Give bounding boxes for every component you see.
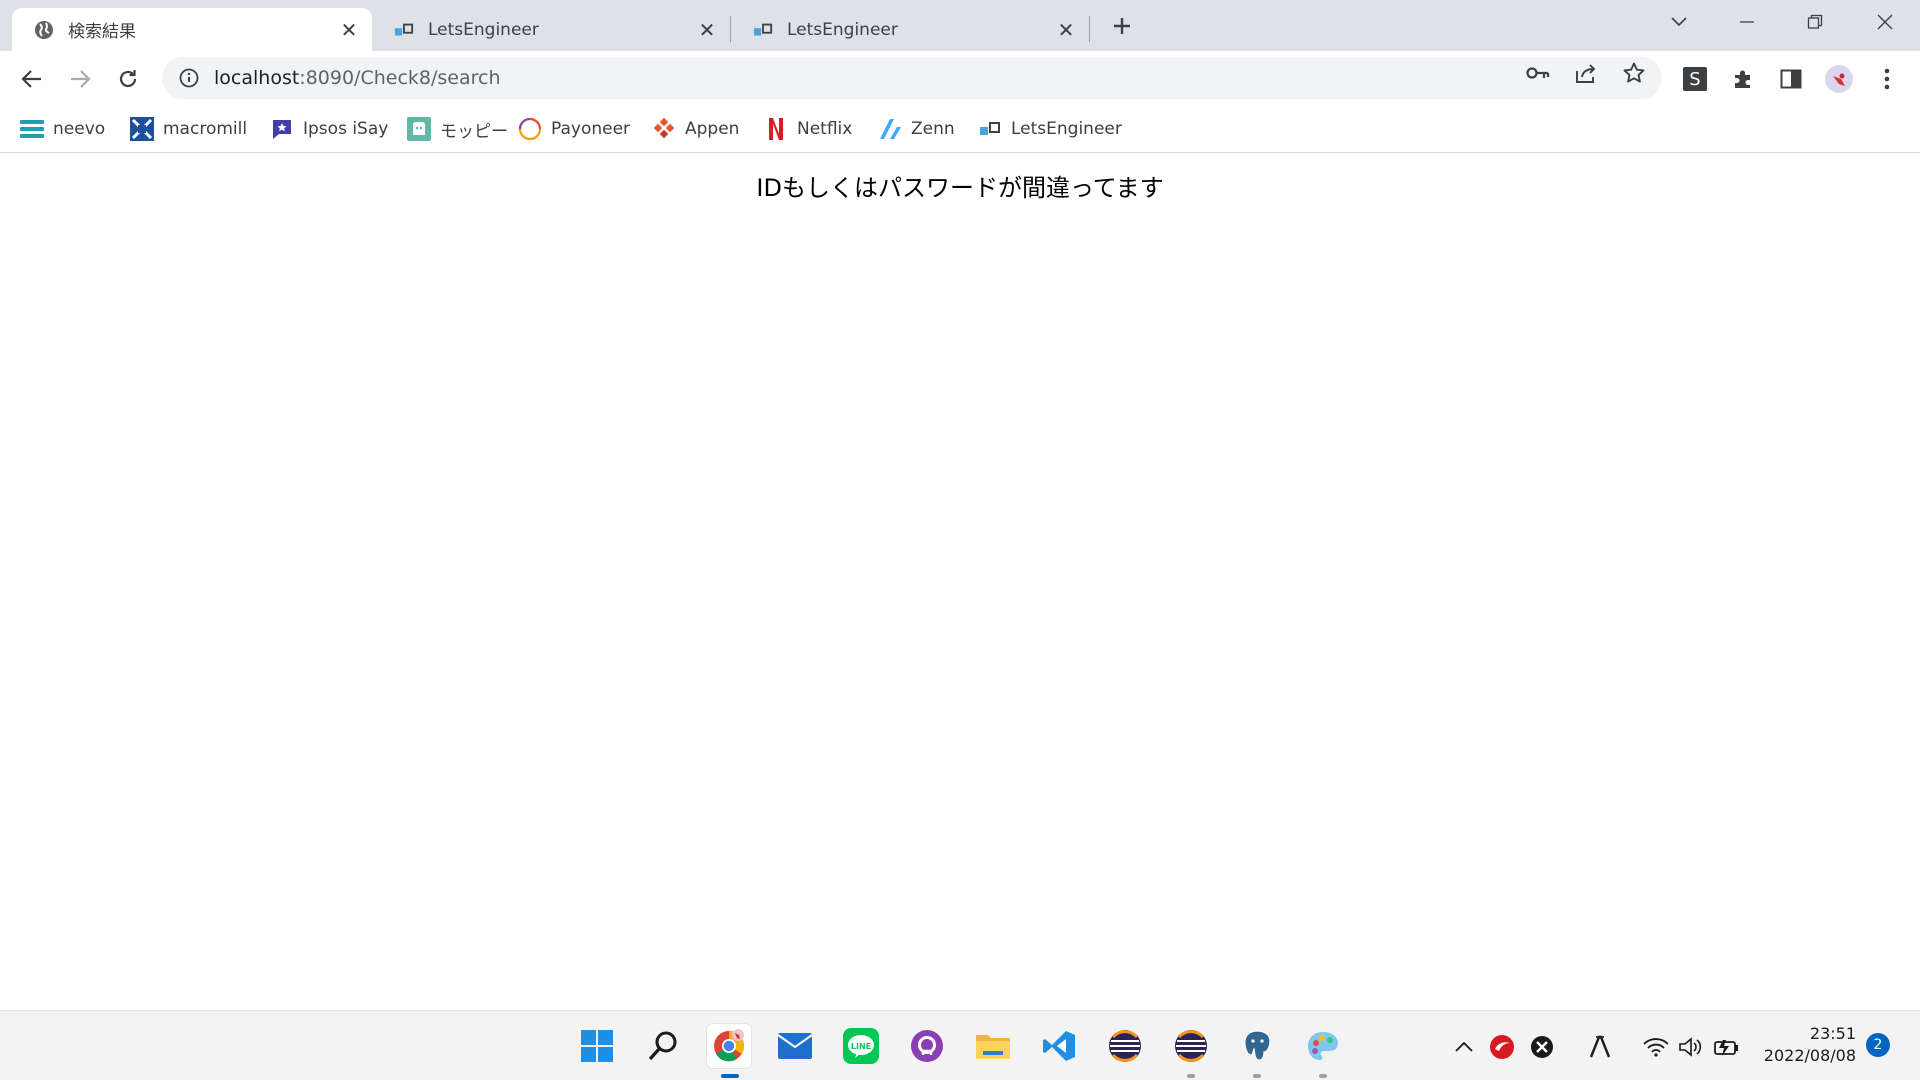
clock-time: 23:51 [1809, 1024, 1856, 1043]
tab-letsengineer-1[interactable]: LetsEngineer ✕ [372, 8, 730, 51]
eclipse-taskbar-button-2[interactable] [1169, 1024, 1213, 1078]
bookmark-macromill[interactable]: macromill [130, 115, 247, 143]
clock-date: 2022/08/08 [1763, 1046, 1856, 1065]
github-desktop-taskbar-button[interactable] [905, 1024, 949, 1068]
tab-strip: 検索結果 ✕ LetsEngineer ✕ LetsEngineer ✕ [0, 0, 1920, 51]
bookmark-moppy[interactable]: モッピー [407, 115, 508, 143]
bookmark-netflix[interactable]: Netflix [764, 115, 852, 143]
restore-button[interactable] [1792, 4, 1838, 40]
tab-search-chevron-icon[interactable] [1656, 4, 1702, 40]
wifi-icon[interactable] [1642, 1033, 1670, 1061]
running-indicator [1187, 1074, 1195, 1078]
macromill-icon [130, 117, 154, 141]
postgres-taskbar-button[interactable] [1235, 1024, 1279, 1078]
tab-title: LetsEngineer [787, 19, 898, 40]
neevo-icon [20, 117, 44, 141]
netflix-icon [764, 117, 788, 141]
error-message: IDもしくはパスワードが間違ってます [756, 174, 1164, 202]
bookmark-label: Zenn [911, 119, 955, 139]
extension-s-icon[interactable]: S [1680, 64, 1710, 94]
letsengineer-icon [978, 117, 1002, 141]
svg-text:LINE: LINE [851, 1042, 871, 1051]
forward-button[interactable] [63, 62, 97, 96]
bookmark-appen[interactable]: Appen [652, 115, 739, 143]
trend-micro-icon[interactable] [1488, 1033, 1516, 1061]
eclipse-taskbar-button[interactable] [1103, 1024, 1147, 1068]
url-path: :8090/Check8/search [299, 67, 501, 89]
page-content: IDもしくはパスワードが間違ってます [0, 153, 1920, 1010]
ipsos-icon [270, 117, 294, 141]
zenn-icon [878, 117, 902, 141]
bookmark-neevo[interactable]: neevo [20, 115, 105, 143]
active-indicator [721, 1074, 739, 1078]
side-panel-icon[interactable] [1776, 64, 1806, 94]
tab-search-results[interactable]: 検索結果 ✕ [12, 8, 372, 51]
line-taskbar-button[interactable]: LINE [839, 1024, 883, 1068]
search-button[interactable] [641, 1024, 685, 1068]
bookmark-payoneer[interactable]: Payoneer [518, 115, 630, 143]
bookmark-label: Ipsos iSay [303, 119, 389, 139]
battery-icon[interactable] [1713, 1033, 1741, 1061]
new-tab-button[interactable] [1106, 10, 1138, 42]
url-text: localhost:8090/Check8/search [214, 67, 501, 89]
tab-divider [1089, 16, 1090, 42]
letsengineer-icon [753, 20, 773, 40]
paint-taskbar-button[interactable] [1301, 1024, 1345, 1078]
reload-button[interactable] [111, 62, 145, 96]
appen-icon [652, 117, 676, 141]
key-icon[interactable] [1526, 61, 1550, 85]
tab-letsengineer-2[interactable]: LetsEngineer ✕ [731, 8, 1089, 51]
letsengineer-icon [394, 20, 414, 40]
volume-icon[interactable] [1677, 1033, 1705, 1061]
bookmark-label: Netflix [797, 119, 853, 139]
bookmark-ipsos-isay[interactable]: Ipsos iSay [270, 115, 388, 143]
tab-title: LetsEngineer [428, 19, 539, 40]
extension-s-label: S [1683, 67, 1707, 91]
close-icon[interactable]: ✕ [1053, 17, 1079, 43]
browser-toolbar: localhost:8090/Check8/search [0, 51, 1920, 105]
start-button[interactable] [575, 1024, 619, 1068]
tab-title: 検索結果 [68, 22, 136, 42]
payoneer-icon [518, 117, 542, 141]
running-indicator [1253, 1074, 1261, 1078]
moppy-icon [407, 117, 431, 141]
menu-dots-icon[interactable] [1872, 64, 1902, 94]
bookmark-label: Payoneer [551, 119, 631, 139]
bookmarks-bar: neevo macromill Ipsos iSay モッピー Payoneer… [0, 105, 1920, 153]
close-window-button[interactable] [1862, 4, 1908, 40]
show-hidden-icons-chevron-icon[interactable] [1450, 1033, 1478, 1061]
x-app-icon[interactable] [1528, 1033, 1556, 1061]
bookmark-label: macromill [163, 119, 248, 139]
bookmark-zenn[interactable]: Zenn [878, 115, 955, 143]
bookmark-label: LetsEngineer [1011, 119, 1122, 139]
running-indicator [1319, 1074, 1327, 1078]
bookmark-star-icon[interactable] [1622, 61, 1646, 85]
notification-badge[interactable]: 2 [1866, 1033, 1890, 1057]
info-icon[interactable] [178, 67, 200, 89]
bookmark-letsengineer[interactable]: LetsEngineer [978, 115, 1122, 143]
minimize-button[interactable] [1724, 4, 1770, 40]
vscode-taskbar-button[interactable] [1037, 1024, 1081, 1068]
ime-indicator[interactable]: A [1586, 1033, 1614, 1061]
extensions-puzzle-icon[interactable] [1728, 64, 1758, 94]
globe-icon [34, 20, 54, 40]
mail-taskbar-button[interactable] [773, 1024, 817, 1068]
back-button[interactable] [15, 62, 49, 96]
clock[interactable]: 23:51 2022/08/08 [1756, 1023, 1856, 1067]
profile-avatar-icon[interactable] [1824, 64, 1854, 94]
file-explorer-taskbar-button[interactable] [971, 1024, 1015, 1068]
bookmark-label: Appen [685, 119, 740, 139]
bookmark-label: モッピー [440, 121, 508, 142]
chrome-taskbar-button[interactable] [707, 1024, 751, 1078]
close-icon[interactable]: ✕ [694, 17, 720, 43]
taskbar: LINE A 23:51 [0, 1010, 1920, 1080]
close-icon[interactable]: ✕ [336, 17, 362, 43]
address-bar[interactable]: localhost:8090/Check8/search [162, 57, 1662, 99]
bookmark-label: neevo [53, 119, 106, 139]
share-icon[interactable] [1574, 61, 1598, 85]
url-host: localhost [214, 67, 300, 89]
